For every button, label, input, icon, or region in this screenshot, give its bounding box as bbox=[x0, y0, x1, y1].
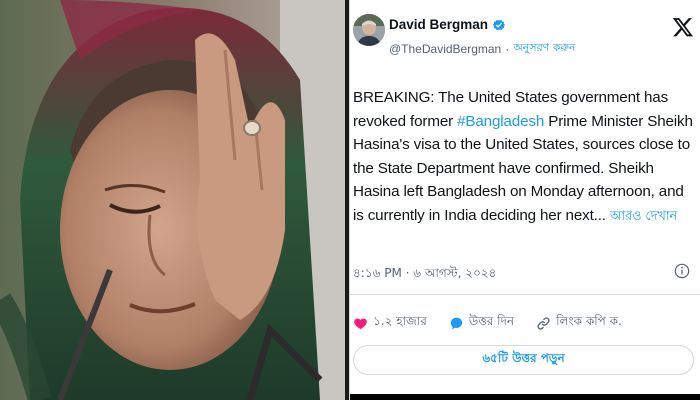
reply-label: উত্তর দিন bbox=[468, 314, 515, 328]
copy-link-button[interactable]: লিংক কপি ক. bbox=[536, 313, 622, 333]
copy-link-label: লিংক কপি ক. bbox=[556, 314, 622, 328]
reply-bubble-icon bbox=[450, 317, 462, 329]
heart-icon bbox=[354, 318, 367, 329]
show-more-link[interactable]: আরও দেখান bbox=[610, 209, 677, 224]
handle-separator: · bbox=[505, 41, 510, 56]
tweet-header: David Bergman @TheDavidBergman · অনুসরণ … bbox=[350, 0, 700, 80]
read-replies-label: ৬৫টি উত্তর পড়ুন bbox=[482, 351, 565, 365]
author-handle-row: @TheDavidBergman · অনুসরণ করুন bbox=[389, 39, 576, 58]
author-name[interactable]: David Bergman bbox=[389, 17, 488, 32]
author-handle[interactable]: @TheDavidBergman bbox=[389, 42, 501, 56]
news-photo bbox=[0, 0, 345, 400]
tweet-text: BREAKING: The United States government h… bbox=[353, 86, 697, 229]
follow-button[interactable]: অনুসরণ করুন bbox=[513, 39, 575, 58]
tweet-timestamp[interactable]: ৪:১৬ PM · ৬ আগস্ট, ২০২৪ bbox=[353, 265, 496, 285]
tweet-actions: ১.২ হাজার উত্তর দিন লিংক কপি ক. bbox=[353, 313, 644, 333]
avatar[interactable] bbox=[353, 14, 385, 46]
like-button[interactable]: ১.২ হাজার bbox=[353, 313, 427, 333]
reply-button[interactable]: উত্তর দিন bbox=[449, 313, 514, 333]
verified-badge-icon bbox=[493, 19, 506, 30]
tweet-card: David Bergman @TheDavidBergman · অনুসরণ … bbox=[349, 0, 700, 400]
like-count: ১.২ হাজার bbox=[373, 314, 427, 328]
author-name-row: David Bergman bbox=[389, 17, 506, 32]
x-logo-icon[interactable] bbox=[672, 16, 694, 38]
bottom-border bbox=[350, 394, 700, 400]
divider-line bbox=[350, 294, 700, 295]
info-icon[interactable] bbox=[674, 263, 690, 279]
read-replies-button[interactable]: ৬৫টি উত্তর পড়ুন bbox=[353, 345, 694, 375]
hashtag-link[interactable]: #Bangladesh bbox=[457, 113, 544, 130]
link-icon bbox=[537, 316, 550, 330]
